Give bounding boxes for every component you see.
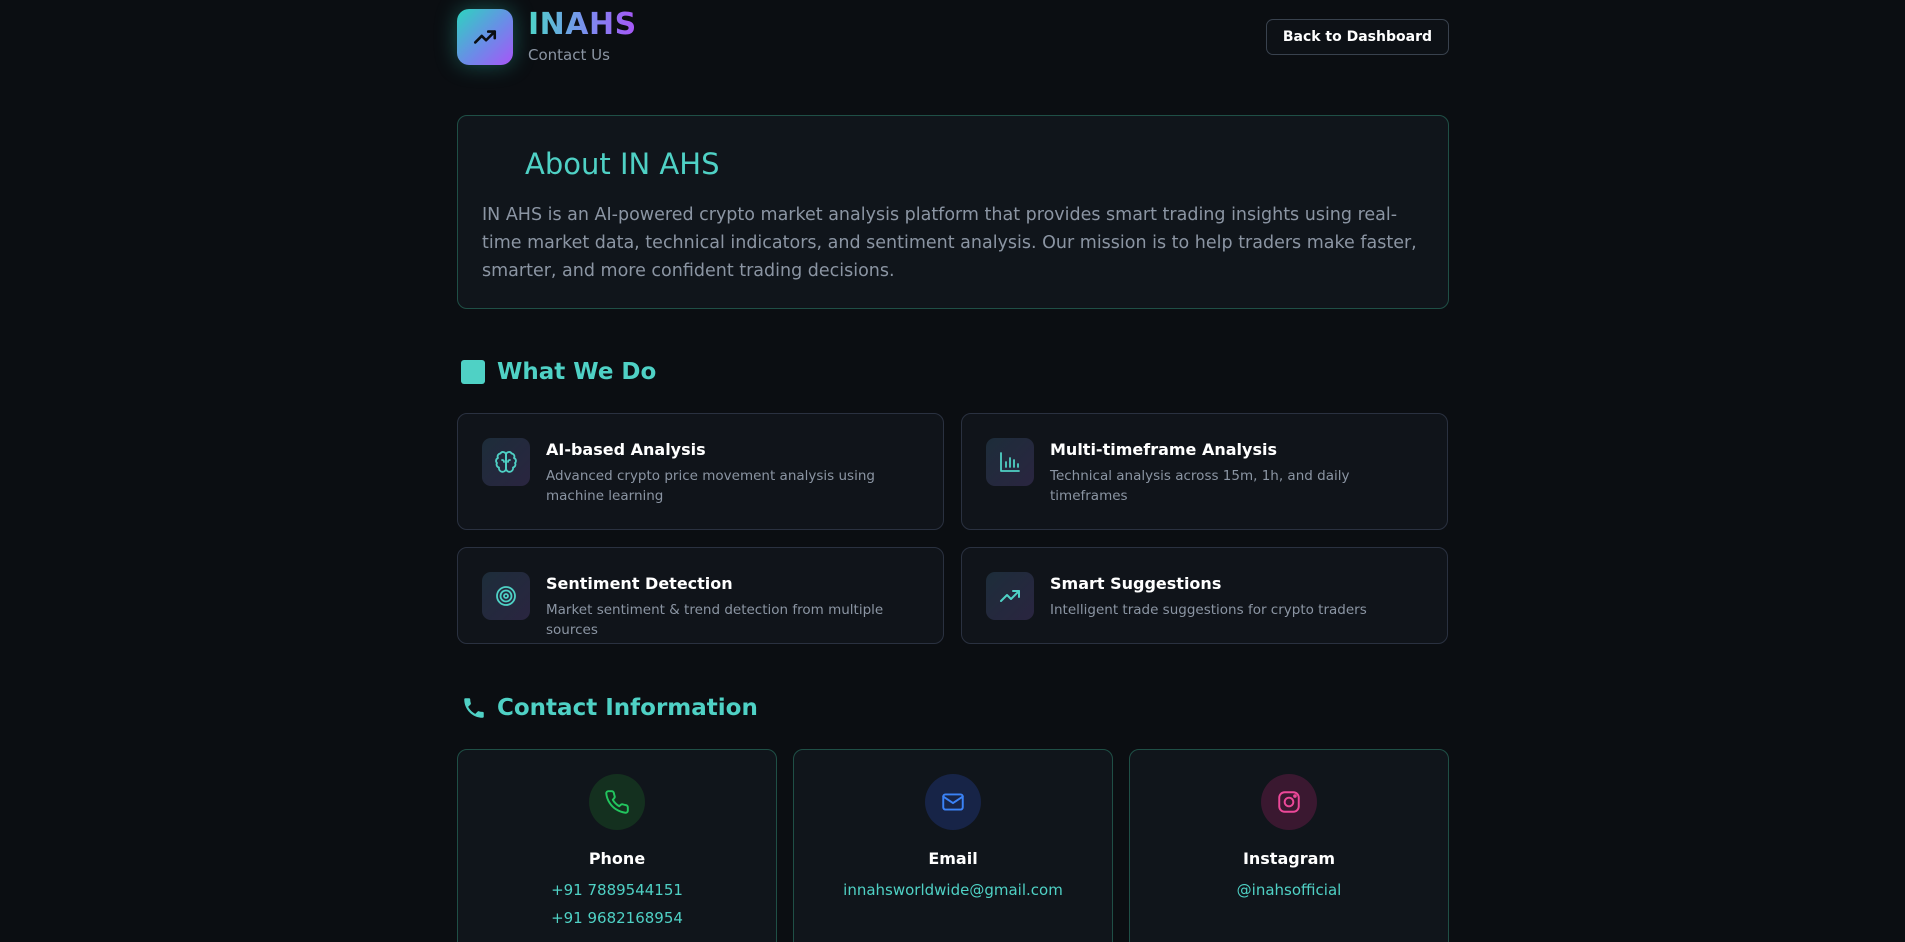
instagram-icon: [1278, 791, 1300, 813]
feature-title: Sentiment Detection: [546, 574, 733, 593]
back-to-dashboard-button[interactable]: Back to Dashboard: [1265, 19, 1449, 55]
page-container: INAHS Contact Us Back to Dashboard About…: [457, 0, 1449, 942]
brand-name: INAHS: [528, 7, 637, 42]
feature-card-smart-suggestions: Smart Suggestions Intelligent trade sugg…: [961, 547, 1448, 644]
feature-description: Advanced crypto price movement analysis …: [546, 468, 875, 504]
about-title: About IN AHS: [525, 147, 720, 181]
target-icon: [496, 586, 516, 606]
contact-card-title: Instagram: [1242, 849, 1336, 868]
section-square-icon: [461, 360, 485, 384]
feature-icon-box: [482, 572, 530, 620]
phone-number-1[interactable]: +91 7889544151: [458, 881, 776, 899]
phone-icon: [464, 698, 484, 718]
header: INAHS Contact Us Back to Dashboard: [457, 0, 1449, 80]
contact-card-email: Email innahsworldwide@gmail.com: [793, 749, 1113, 942]
trending-up-icon: [1000, 590, 1020, 602]
mail-icon: [942, 793, 964, 811]
feature-card-multi-timeframe: Multi-timeframe Analysis Technical analy…: [961, 413, 1448, 530]
contact-icon-circle: [1261, 774, 1317, 830]
phone-number-2[interactable]: +91 9682168954: [458, 909, 776, 927]
contact-icon-circle: [589, 774, 645, 830]
contact-icon-circle: [925, 774, 981, 830]
about-card: About IN AHS IN AHS is an AI-powered cry…: [457, 115, 1449, 309]
feature-description: Intelligent trade suggestions for crypto…: [1050, 602, 1367, 618]
feature-title: AI-based Analysis: [546, 440, 706, 459]
what-we-do-heading: What We Do: [457, 359, 656, 385]
contact-title: Contact Information: [497, 695, 758, 721]
about-description: IN AHS is an AI-powered crypto market an…: [482, 205, 1417, 281]
feature-title: Multi-timeframe Analysis: [1050, 440, 1277, 459]
feature-title: Smart Suggestions: [1050, 574, 1222, 593]
phone-icon: [605, 790, 629, 814]
contact-card-title: Email: [928, 849, 978, 868]
page-subtitle: Contact Us: [528, 46, 610, 64]
email-address[interactable]: innahsworldwide@gmail.com: [794, 881, 1112, 899]
what-we-do-title: What We Do: [497, 359, 657, 385]
feature-icon-box: [482, 438, 530, 486]
feature-card-sentiment: Sentiment Detection Market sentiment & t…: [457, 547, 944, 644]
feature-icon-box: [986, 572, 1034, 620]
contact-heading: Contact Information: [457, 695, 758, 721]
contact-card-instagram: Instagram @inahsofficial: [1129, 749, 1449, 942]
feature-card-ai-analysis: AI-based Analysis Advanced crypto price …: [457, 413, 944, 530]
contact-card-phone: Phone +91 7889544151 +91 9682168954: [457, 749, 777, 942]
trending-up-icon: [473, 30, 497, 44]
bar-chart-icon: [1000, 452, 1020, 472]
brain-icon: [495, 451, 517, 473]
instagram-handle[interactable]: @inahsofficial: [1130, 881, 1448, 899]
logo[interactable]: [457, 9, 513, 65]
contact-card-title: Phone: [588, 849, 646, 868]
feature-icon-box: [986, 438, 1034, 486]
feature-description: Market sentiment & trend detection from …: [546, 602, 884, 638]
feature-description: Technical analysis across 15m, 1h, and d…: [1050, 468, 1350, 504]
